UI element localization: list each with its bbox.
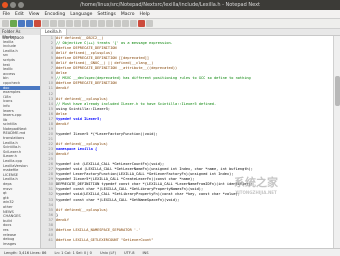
new-icon[interactable] [2,20,9,27]
find-icon[interactable] [90,20,97,27]
zoom-out-icon[interactable] [114,20,121,27]
save-all-icon[interactable] [26,20,33,27]
status-mode: INS [142,250,149,255]
menu-encoding[interactable]: Encoding [42,12,68,17]
folder-workspace-panel: Folder As Workspace Nextsrc lexilla includ… [0,29,41,248]
menu-bar: File Edit View Encoding Language Settings Macr… [0,10,340,19]
menu-macro[interactable]: Macro [118,12,137,17]
wrap-icon[interactable] [122,20,129,27]
status-encoding[interactable]: UTF-8 [120,251,138,255]
watermark-text: 系统之家 [234,176,278,189]
line-number: 41 [48,237,53,242]
toolbar [0,19,340,29]
title-bar: /home/linux/src/Notepad/Nextsrc/lexilla/… [0,0,340,10]
play-macro-icon[interactable] [146,20,153,27]
status-cursor: Ln: 1 Col: 1 Sel: 0 | 0 [54,250,92,255]
print-icon[interactable] [42,20,49,27]
window-title: /home/linux/src/Notepad/Nextsrc/lexilla/… [79,2,260,8]
scrollbar-thumb[interactable] [335,76,340,106]
code-line: #define LEXILLA_GETLEXERCOUNT "GetLexerC… [56,237,154,242]
vertical-scrollbar[interactable] [333,36,340,248]
copy-icon[interactable] [58,20,65,27]
window-controls [2,2,24,8]
code-editor[interactable]: #if defined(__OBJC2__)// Objective C(++)… [56,36,332,248]
status-eol[interactable]: Unix (LF) [96,251,120,255]
redo-icon[interactable] [82,20,89,27]
undo-icon[interactable] [74,20,81,27]
status-length: Length: 3,416 Lines: 86 [4,250,47,255]
tab-bar: Lexilla.h [41,29,340,36]
maximize-window-icon[interactable] [18,2,24,8]
menu-settings[interactable]: Settings [95,12,118,17]
save-icon[interactable] [18,20,25,27]
menu-file[interactable]: File [0,12,13,17]
close-icon[interactable] [34,20,41,27]
menu-help[interactable]: Help [137,12,152,17]
watermark-subtext: XITONGZHIJIA.NET [235,190,277,195]
paste-icon[interactable] [66,20,73,27]
watermark: 系统之家 XITONGZHIJIA.NET [226,176,286,200]
menu-edit[interactable]: Edit [13,12,27,17]
zoom-in-icon[interactable] [106,20,113,27]
menu-language[interactable]: Language [68,12,95,17]
line-number-gutter: 1 2 3 4 5 6 7 8 9 10 11 12 13 14 15 16 17 18 19 20 21 22 23 24 2… [41,36,56,248]
cut-icon[interactable] [50,20,57,27]
indent-icon[interactable] [130,20,137,27]
sidebar-item[interactable]: images [0,242,40,247]
minimize-window-icon[interactable] [10,2,16,8]
replace-icon[interactable] [98,20,105,27]
open-icon[interactable] [10,20,17,27]
close-window-icon[interactable] [2,2,8,8]
record-macro-icon[interactable] [138,20,145,27]
tab-file[interactable]: Lexilla.h [41,29,67,35]
menu-view[interactable]: View [26,12,42,17]
